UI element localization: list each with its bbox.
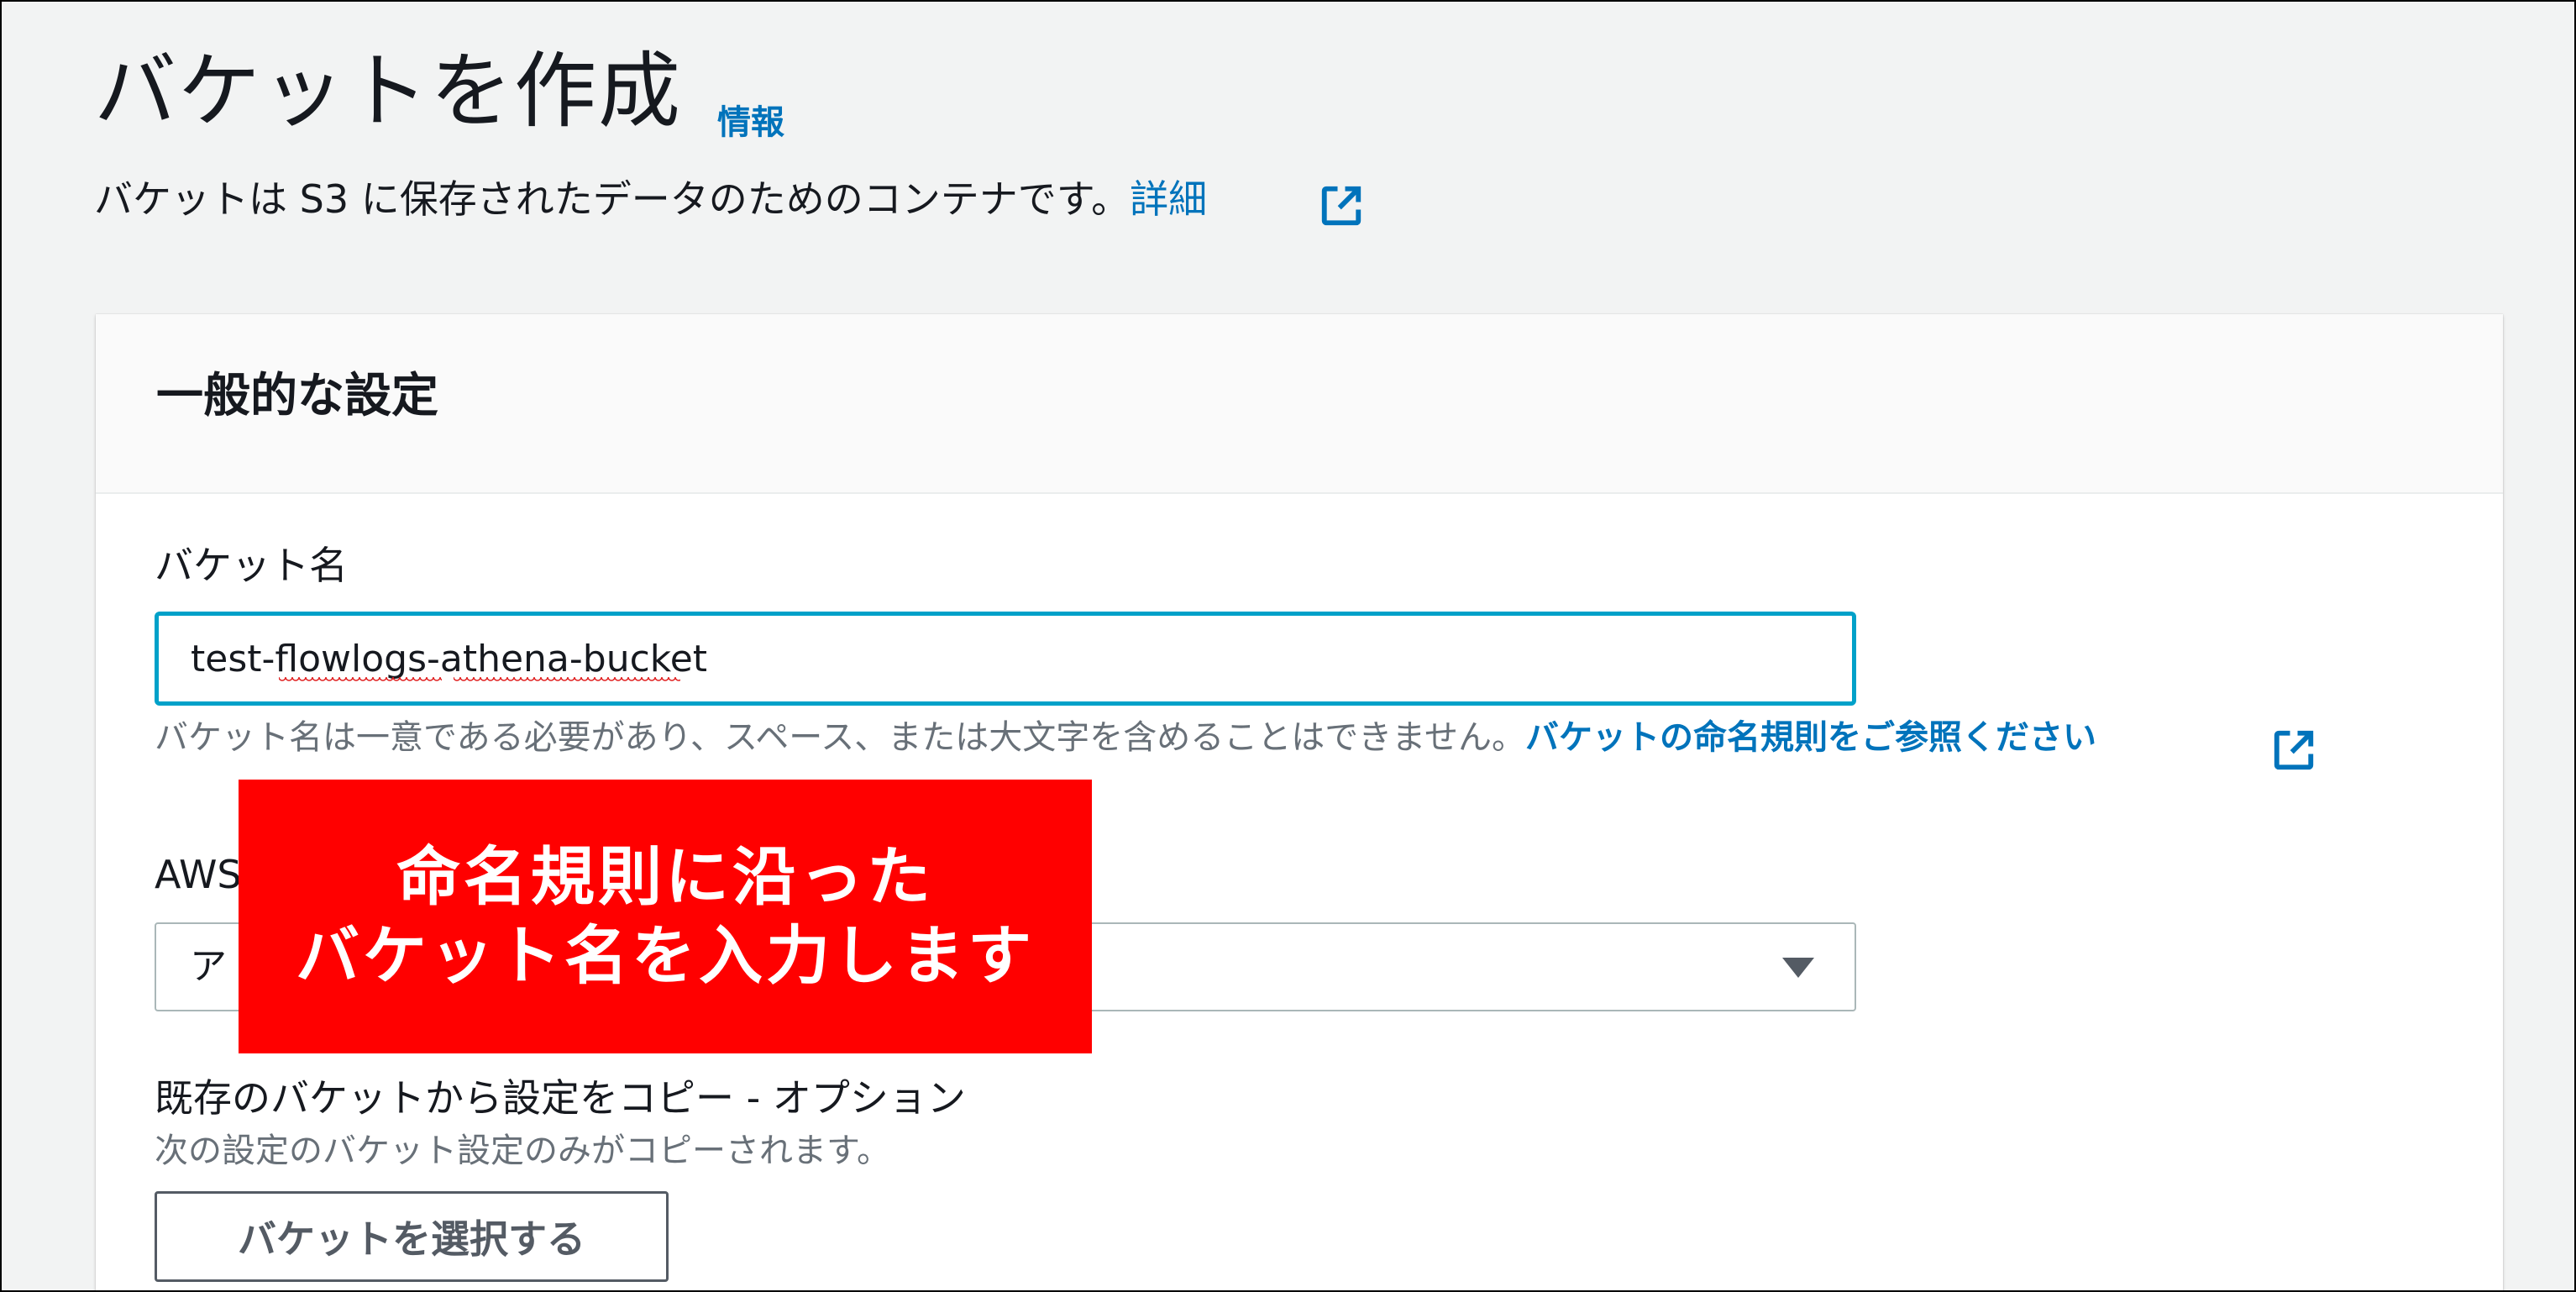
copy-settings-label: 既存のバケットから設定をコピー - オプション — [155, 1075, 966, 1121]
card-header: 一般的な設定 — [96, 314, 2503, 494]
copy-settings-description: 次の設定のバケット設定のみがコピーされます。 — [155, 1132, 890, 1170]
external-link-icon[interactable] — [2271, 727, 2316, 776]
bucket-name-input[interactable] — [155, 612, 1856, 706]
external-link-icon[interactable] — [1319, 183, 1364, 232]
spellcheck-underline — [454, 677, 680, 682]
section-title: 一般的な設定 — [156, 369, 438, 423]
region-select-value: ア — [190, 945, 227, 988]
subtitle-text: バケットは S3 に保存されたデータのためのコンテナです。 — [94, 176, 1131, 222]
screenshot-frame: バケットを作成 情報 バケットは S3 に保存されたデータのためのコンテナです。… — [0, 0, 2576, 1292]
info-link[interactable]: 情報 — [717, 106, 784, 139]
bucket-name-label: バケット名 — [155, 543, 348, 588]
help-text: バケット名は一意である必要があり、スペース、または大文字を含めることはできません… — [155, 718, 1525, 757]
region-label: AWS — [155, 852, 242, 897]
callout-line-1: 命名規則に沿った — [396, 839, 934, 914]
page-title: バケットを作成 — [94, 44, 683, 139]
naming-rules-link[interactable]: バケットの命名規則をご参照ください — [1525, 718, 2096, 757]
page-subtitle: バケットは S3 に保存されたデータのためのコンテナです。詳細 — [94, 180, 1207, 218]
caret-down-icon[interactable] — [1782, 958, 1814, 978]
choose-bucket-button[interactable]: バケットを選択する — [155, 1191, 669, 1282]
detail-link[interactable]: 詳細 — [1130, 176, 1207, 222]
spellcheck-underline — [279, 677, 442, 682]
annotation-callout: 命名規則に沿った バケット名を入力します — [239, 780, 1092, 1053]
callout-line-2: バケット名を入力します — [296, 918, 1035, 993]
bucket-name-help: バケット名は一意である必要があり、スペース、または大文字を含めることはできません… — [155, 721, 2096, 754]
